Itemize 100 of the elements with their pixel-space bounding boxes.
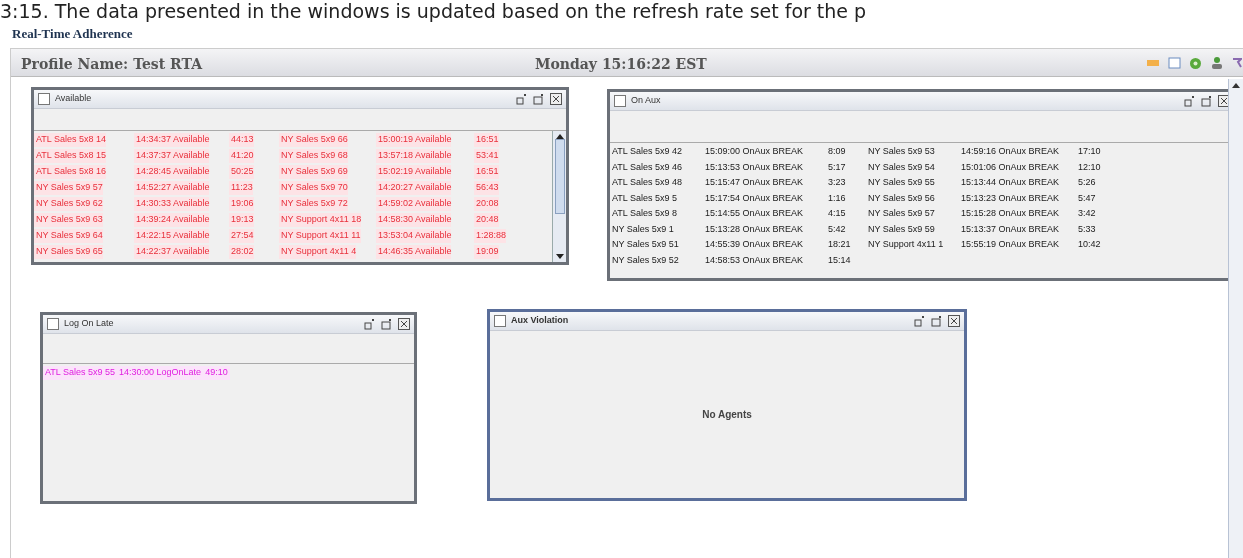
- agent-name: NY Sales 5x9 55: [867, 176, 935, 189]
- agent-name: NY Sales 5x9 70: [279, 181, 348, 195]
- duration-text: 5:42: [827, 222, 846, 236]
- status-text: 14:34:37 Available: [134, 133, 210, 147]
- status-text: 14:39:24 Available: [134, 213, 210, 227]
- duration-text: 56:43: [474, 181, 499, 195]
- status-text: 14:20:27 Available: [376, 181, 452, 195]
- window-title: On Aux: [631, 94, 661, 108]
- status-text: 14:52:27 Available: [134, 181, 210, 195]
- status-text: 15:17:54 OnAux BREAK: [704, 191, 804, 205]
- duration-text: 5:17: [827, 160, 846, 174]
- duration-text: 27:54: [229, 229, 254, 243]
- agent-name: ATL Sales 5x9 55: [43, 366, 118, 380]
- status-text: 15:09:00 OnAux BREAK: [704, 145, 804, 158]
- agent-name: ATL Sales 5x9 42: [611, 145, 683, 158]
- status-text: 15:00:19 Available: [376, 133, 452, 147]
- duration-text: 41:20: [229, 149, 254, 163]
- status-text: 14:46:35 Available: [376, 245, 452, 259]
- agent-name: NY Sales 5x9 56: [867, 191, 935, 205]
- status-text: 15:13:23 OnAux BREAK: [960, 191, 1060, 205]
- agent-name: NY Sales 5x9 57: [34, 181, 103, 195]
- empty-message: No Agents: [702, 408, 752, 422]
- agent-name: NY Sales 5x9 66: [279, 133, 348, 147]
- agent-name: ATL Sales 5x8 16: [34, 165, 107, 179]
- status-text: 14:28:45 Available: [134, 165, 210, 179]
- agent-name: NY Support 4x11 1: [867, 238, 944, 251]
- duration-text: 50:25: [229, 165, 254, 179]
- window-title: Aux Violation: [511, 314, 569, 328]
- agent-name: NY Sales 5x9 52: [611, 253, 679, 267]
- agent-name: ATL Sales 5x9 8: [611, 207, 678, 220]
- status-text: 14:58:53 OnAux BREAK: [704, 253, 804, 267]
- agent-name: NY Sales 5x9 69: [279, 165, 348, 179]
- duration-text: 19:13: [229, 213, 254, 227]
- duration-text: 12:10: [1077, 160, 1101, 174]
- duration-text: 17:10: [1077, 145, 1101, 158]
- status-text: 14:22:37 Available: [134, 245, 210, 259]
- agent-name: NY Sales 5x9 65: [34, 245, 103, 259]
- duration-text: 4:15: [827, 207, 846, 220]
- agent-name: NY Sales 5x9 53: [867, 145, 935, 158]
- status-text: 14:55:39 OnAux BREAK: [704, 238, 804, 251]
- status-text: 14:59:02 Available: [376, 197, 452, 211]
- duration-text: 15:14: [827, 253, 851, 267]
- agent-name: NY Sales 5x9 59: [867, 222, 935, 236]
- duration-text: 5:26: [1077, 176, 1096, 189]
- status-text: 15:13:44 OnAux BREAK: [960, 176, 1060, 189]
- agent-name: NY Sales 5x9 62: [34, 197, 103, 211]
- agent-name: NY Sales 5x9 68: [279, 149, 348, 163]
- clock-text: Monday 15:16:22 EST: [535, 55, 707, 74]
- status-text: 15:14:55 OnAux BREAK: [704, 207, 804, 220]
- status-text: 15:55:19 OnAux BREAK: [960, 238, 1060, 251]
- duration-text: 28:02: [229, 245, 254, 259]
- duration-text: 19:09: [474, 245, 499, 259]
- duration-text: 1:28:88: [474, 229, 507, 243]
- status-text: 14:30:33 Available: [134, 197, 210, 211]
- duration-text: 49:10: [203, 366, 230, 380]
- duration-text: 44:13: [229, 133, 254, 147]
- duration-text: 3:42: [1077, 207, 1096, 220]
- duration-text: 5:47: [1077, 191, 1096, 205]
- agent-name: ATL Sales 5x9 48: [611, 176, 683, 189]
- duration-text: 16:51: [474, 165, 499, 179]
- duration-text: 3:23: [827, 176, 846, 189]
- status-text: 15:13:37 OnAux BREAK: [960, 222, 1060, 236]
- agent-name: NY Sales 5x9 63: [34, 213, 103, 227]
- status-text: 15:01:06 OnAux BREAK: [960, 160, 1060, 174]
- agent-name: ATL Sales 5x8 14: [34, 133, 107, 147]
- agent-name: NY Support 4x11 11: [279, 229, 361, 243]
- duration-text: 1:16: [827, 191, 846, 205]
- duration-text: 53:41: [474, 149, 499, 163]
- status-text: 15:02:19 Available: [376, 165, 452, 179]
- agent-name: ATL Sales 5x9 46: [611, 160, 683, 174]
- status-text: 14:37:37 Available: [134, 149, 210, 163]
- status-text: 13:53:04 Available: [376, 229, 452, 243]
- duration-text: 20:08: [474, 197, 499, 211]
- agent-name: NY Support 4x11 4: [279, 245, 357, 259]
- status-text: 14:58:30 Available: [376, 213, 452, 227]
- status-text: 15:15:28 OnAux BREAK: [960, 207, 1060, 220]
- duration-text: 10:42: [1077, 238, 1101, 251]
- agent-name: ATL Sales 5x9 5: [611, 191, 678, 205]
- status-text: 14:22:15 Available: [134, 229, 210, 243]
- agent-name: NY Sales 5x9 64: [34, 229, 103, 243]
- agent-name: ATL Sales 5x8 15: [34, 149, 107, 163]
- agent-name: NY Support 4x11 18: [279, 213, 362, 227]
- duration-text: 20:48: [474, 213, 499, 227]
- agent-name: NY Sales 5x9 72: [279, 197, 348, 211]
- window-title: Available: [55, 92, 92, 106]
- status-text: 13:57:18 Available: [376, 149, 452, 163]
- status-text: 15:13:28 OnAux BREAK: [704, 222, 804, 236]
- duration-text: 5:33: [1077, 222, 1096, 236]
- duration-text: 16:51: [474, 133, 499, 147]
- duration-text: 8:09: [827, 145, 846, 158]
- agent-name: NY Sales 5x9 57: [867, 207, 935, 220]
- status-text: 15:13:53 OnAux BREAK: [704, 160, 804, 174]
- duration-text: 18:21: [827, 238, 851, 251]
- window-title: Log On Late: [64, 317, 114, 331]
- status-text: 14:59:16 OnAux BREAK: [960, 145, 1060, 158]
- agent-name: NY Sales 5x9 54: [867, 160, 935, 174]
- agent-name: NY Sales 5x9 1: [611, 222, 674, 236]
- duration-text: 19:06: [229, 197, 254, 211]
- duration-text: 11:23: [229, 181, 253, 195]
- status-text: 15:15:47 OnAux BREAK: [704, 176, 804, 189]
